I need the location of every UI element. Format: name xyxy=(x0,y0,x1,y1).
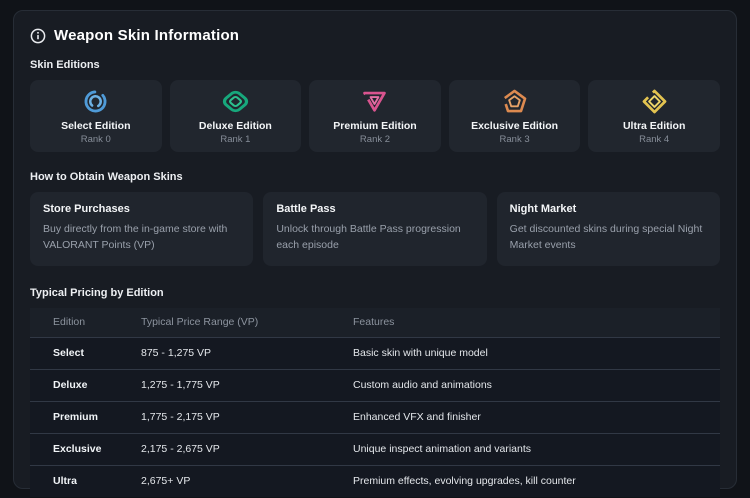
obtain-card-description: Buy directly from the in-game store with… xyxy=(43,222,240,254)
obtain-card-title: Store Purchases xyxy=(43,203,240,215)
edition-name: Deluxe Edition xyxy=(199,120,272,132)
edition-name: Premium Edition xyxy=(333,120,416,132)
column-header-price: Typical Price Range (VP) xyxy=(141,316,353,328)
edition-card-exclusive: Exclusive Edition Rank 3 xyxy=(449,80,581,152)
features-cell: Enhanced VFX and finisher xyxy=(353,411,720,423)
price-cell: 1,775 - 2,175 VP xyxy=(141,411,353,423)
obtain-card-title: Battle Pass xyxy=(276,203,473,215)
obtain-card-night-market: Night Market Get discounted skins during… xyxy=(497,192,720,266)
weapon-skin-info-panel: Weapon Skin Information Skin Editions Se… xyxy=(13,10,737,489)
column-header-features: Features xyxy=(353,316,720,328)
edition-cell: Exclusive xyxy=(30,443,141,455)
edition-rank: Rank 1 xyxy=(220,134,250,145)
price-cell: 2,175 - 2,675 VP xyxy=(141,443,353,455)
select-edition-icon xyxy=(82,88,109,115)
obtain-heading: How to Obtain Weapon Skins xyxy=(30,171,720,183)
edition-rank: Rank 0 xyxy=(81,134,111,145)
edition-card-row: Select Edition Rank 0 Deluxe Edition Ran… xyxy=(30,80,720,152)
table-row-exclusive: Exclusive 2,175 - 2,675 VP Unique inspec… xyxy=(30,433,720,465)
features-cell: Custom audio and animations xyxy=(353,379,720,391)
edition-name: Select Edition xyxy=(61,120,130,132)
exclusive-edition-icon xyxy=(501,88,528,115)
edition-cell: Premium xyxy=(30,411,141,423)
edition-rank: Rank 3 xyxy=(500,134,530,145)
edition-name: Exclusive Edition xyxy=(471,120,558,132)
deluxe-edition-icon xyxy=(222,88,249,115)
table-row-ultra: Ultra 2,675+ VP Premium effects, evolvin… xyxy=(30,465,720,497)
pricing-table-header: Edition Typical Price Range (VP) Feature… xyxy=(30,308,720,337)
page-title: Weapon Skin Information xyxy=(54,27,239,44)
panel-header: Weapon Skin Information xyxy=(30,27,720,44)
obtain-card-title: Night Market xyxy=(510,203,707,215)
edition-cell: Select xyxy=(30,347,141,359)
info-icon xyxy=(30,28,46,44)
obtain-card-battle-pass: Battle Pass Unlock through Battle Pass p… xyxy=(263,192,486,266)
price-cell: 1,275 - 1,775 VP xyxy=(141,379,353,391)
edition-rank: Rank 2 xyxy=(360,134,390,145)
edition-rank: Rank 4 xyxy=(639,134,669,145)
edition-name: Ultra Edition xyxy=(623,120,685,132)
column-header-edition: Edition xyxy=(30,316,141,328)
edition-card-ultra: Ultra Edition Rank 4 xyxy=(588,80,720,152)
table-row-select: Select 875 - 1,275 VP Basic skin with un… xyxy=(30,337,720,369)
pricing-heading: Typical Pricing by Edition xyxy=(30,287,720,299)
price-cell: 875 - 1,275 VP xyxy=(141,347,353,359)
price-cell: 2,675+ VP xyxy=(141,475,353,487)
obtain-card-description: Unlock through Battle Pass progression e… xyxy=(276,222,473,254)
edition-card-premium: Premium Edition Rank 2 xyxy=(309,80,441,152)
premium-edition-icon xyxy=(361,88,388,115)
edition-cell: Ultra xyxy=(30,475,141,487)
features-cell: Basic skin with unique model xyxy=(353,347,720,359)
table-row-deluxe: Deluxe 1,275 - 1,775 VP Custom audio and… xyxy=(30,369,720,401)
edition-card-select: Select Edition Rank 0 xyxy=(30,80,162,152)
features-cell: Premium effects, evolving upgrades, kill… xyxy=(353,475,720,487)
table-row-premium: Premium 1,775 - 2,175 VP Enhanced VFX an… xyxy=(30,401,720,433)
ultra-edition-icon xyxy=(641,88,668,115)
edition-card-deluxe: Deluxe Edition Rank 1 xyxy=(170,80,302,152)
pricing-table: Edition Typical Price Range (VP) Feature… xyxy=(30,308,720,497)
obtain-card-description: Get discounted skins during special Nigh… xyxy=(510,222,707,254)
obtain-card-row: Store Purchases Buy directly from the in… xyxy=(30,192,720,266)
features-cell: Unique inspect animation and variants xyxy=(353,443,720,455)
obtain-card-store-purchases: Store Purchases Buy directly from the in… xyxy=(30,192,253,266)
editions-heading: Skin Editions xyxy=(30,59,720,71)
edition-cell: Deluxe xyxy=(30,379,141,391)
